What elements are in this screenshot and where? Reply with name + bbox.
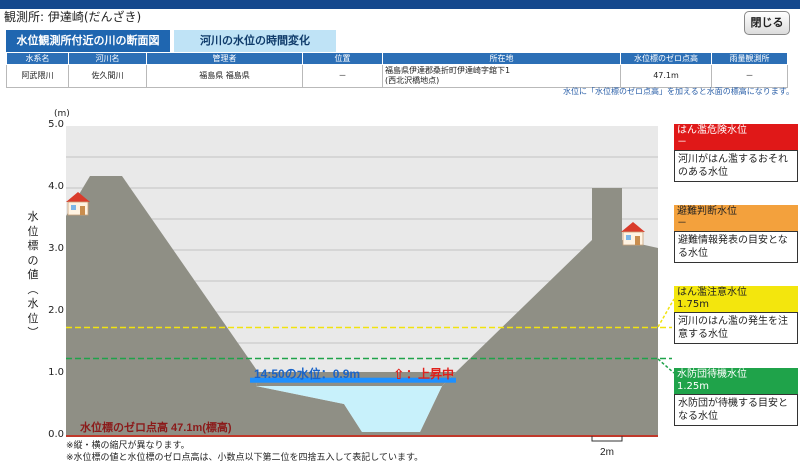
legend-evacuation-title: 避難判断水位: [677, 206, 737, 217]
legend-danger-title: はん濫危険水位: [677, 125, 747, 136]
legend-standby-title-box: 水防団待機水位 1.25m: [674, 368, 798, 394]
scale-bar-label: 2m: [600, 447, 614, 458]
current-level-label: 14:50の水位：0.9m: [254, 366, 360, 381]
legend-standby-value: 1.25m: [677, 381, 710, 392]
legend-caution-title: はん濫注意水位: [677, 287, 747, 298]
legend-standby-title: 水防団待機水位: [677, 369, 747, 380]
legend-evacuation-level: 避難判断水位 － 避難情報発表の目安となる水位: [674, 205, 798, 263]
legend-caution-title-box: はん濫注意水位 1.75m: [674, 286, 798, 312]
footnote-line: ※水位標の値と水位標のゼロ点高は、小数点以下第二位を四捨五入して表記しています。: [66, 453, 424, 463]
legend-danger-value: －: [677, 137, 687, 148]
legend-danger-title-box: はん濫危険水位 －: [674, 124, 798, 150]
legend-standby-level: 水防団待機水位 1.25m 水防団が待機する目安となる水位: [674, 368, 798, 426]
legend-evacuation-desc: 避難情報発表の目安となる水位: [674, 231, 798, 263]
trend-label: ：上昇中: [406, 366, 454, 381]
standby-level-leader: [657, 358, 675, 374]
caution-level-leader: [657, 298, 675, 328]
legend-danger-desc: 河川がはん濫するおそれのある水位: [674, 150, 798, 182]
legend-standby-desc: 水防団が待機する目安となる水位: [674, 394, 798, 426]
legend-danger-level: はん濫危険水位 － 河川がはん濫するおそれのある水位: [674, 124, 798, 182]
rising-arrow-icon: ⇧: [393, 367, 405, 383]
legend-evacuation-value: －: [677, 218, 687, 229]
footnotes: ※縦・横の縮尺が異なります。 ※水位標の値と水位標のゼロ点高は、小数点以下第二位…: [66, 440, 423, 464]
legend-caution-value: 1.75m: [677, 299, 710, 310]
legend-caution-desc: 河川のはん濫の発生を注意する水位: [674, 312, 798, 344]
footnote-line: ※縦・横の縮尺が異なります。: [66, 441, 190, 451]
zero-point-label: 水位標のゼロ点高 47.1m(標高): [80, 420, 232, 434]
legend-evacuation-title-box: 避難判断水位 －: [674, 205, 798, 231]
legend-caution-level: はん濫注意水位 1.75m 河川のはん濫の発生を注意する水位: [674, 286, 798, 344]
